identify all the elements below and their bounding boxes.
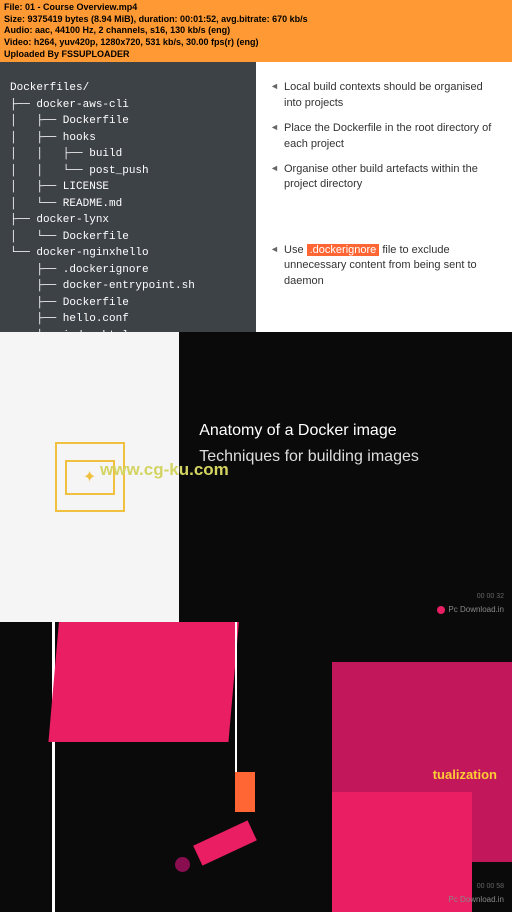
slide-title-2: Techniques for building images	[199, 448, 492, 466]
meta-uploader: Uploaded By FSSUPLOADER	[4, 49, 508, 61]
tree-root: Dockerfiles/	[10, 80, 246, 97]
source-badge: Pc Download.in	[437, 605, 504, 614]
tree-line: └── docker-nginxhello	[10, 245, 246, 262]
stripe-decoration	[235, 622, 237, 772]
tree-line: │ │ ├── build	[10, 146, 246, 163]
pink-handle-shape	[193, 821, 257, 866]
tree-line: ├── .dockerignore	[10, 262, 246, 279]
tree-line: │ ├── Dockerfile	[10, 113, 246, 130]
highlight-dockerignore: .dockerignore	[307, 244, 380, 256]
tree-line: ├── hello.conf	[10, 311, 246, 328]
file-tree: Dockerfiles/ ├── docker-aws-cli │ ├── Do…	[0, 62, 256, 332]
timestamp: 00 00 58	[477, 883, 504, 890]
tree-line: ├── Dockerfile	[10, 295, 246, 312]
slide-title-1: Anatomy of a Docker image	[199, 422, 492, 440]
slide-dockerfiles: Dockerfiles/ ├── docker-aws-cli │ ├── Do…	[0, 62, 512, 332]
slide-content: Anatomy of a Docker image Techniques for…	[179, 332, 512, 622]
bullet-item: Place the Dockerfile in the root directo…	[270, 121, 498, 152]
badge-text: Pc Download.in	[448, 605, 504, 614]
timestamp: 00 00 32	[477, 593, 504, 600]
badge-text: Pc Download.in	[448, 895, 504, 904]
orange-shape	[235, 772, 255, 812]
tree-line: ├── docker-aws-cli	[10, 97, 246, 114]
tree-line: ├── docker-entrypoint.sh	[10, 278, 246, 295]
watermark-text: www.cg-ku.com	[100, 460, 229, 480]
pink-shape	[332, 792, 472, 912]
meta-file: File: 01 - Course Overview.mp4	[4, 2, 508, 14]
tree-line: │ │ └── post_push	[10, 163, 246, 180]
partial-text: tualization	[433, 767, 497, 782]
bullet-item: Use .dockerignore file to exclude unnece…	[270, 243, 498, 289]
bullet-list: Local build contexts should be organised…	[256, 62, 512, 332]
badge-dot-icon	[437, 606, 445, 614]
meta-size: Size: 9375419 bytes (8.94 MiB), duration…	[4, 14, 508, 26]
pink-shape	[48, 622, 241, 742]
pink-dot-shape	[175, 857, 190, 872]
slide-anatomy: Anatomy of a Docker image Techniques for…	[0, 332, 512, 622]
bullet-item: Organise other build artefacts within th…	[270, 162, 498, 193]
tree-line: │ ├── LICENSE	[10, 179, 246, 196]
bullet-item: Local build contexts should be organised…	[270, 80, 498, 111]
tree-line: │ ├── hooks	[10, 130, 246, 147]
tree-line: │ └── Dockerfile	[10, 229, 246, 246]
bullet-text-pre: Use	[284, 244, 307, 256]
file-metadata: File: 01 - Course Overview.mp4 Size: 937…	[0, 0, 512, 62]
badge-dot-icon	[437, 896, 445, 904]
source-badge: Pc Download.in	[437, 895, 504, 904]
tree-line: ├── docker-lynx	[10, 212, 246, 229]
slide-abstract: tualization 00 00 58 Pc Download.in	[0, 622, 512, 912]
meta-video: Video: h264, yuv420p, 1280x720, 531 kb/s…	[4, 37, 508, 49]
meta-audio: Audio: aac, 44100 Hz, 2 channels, s16, 1…	[4, 25, 508, 37]
tree-line: │ └── README.md	[10, 196, 246, 213]
